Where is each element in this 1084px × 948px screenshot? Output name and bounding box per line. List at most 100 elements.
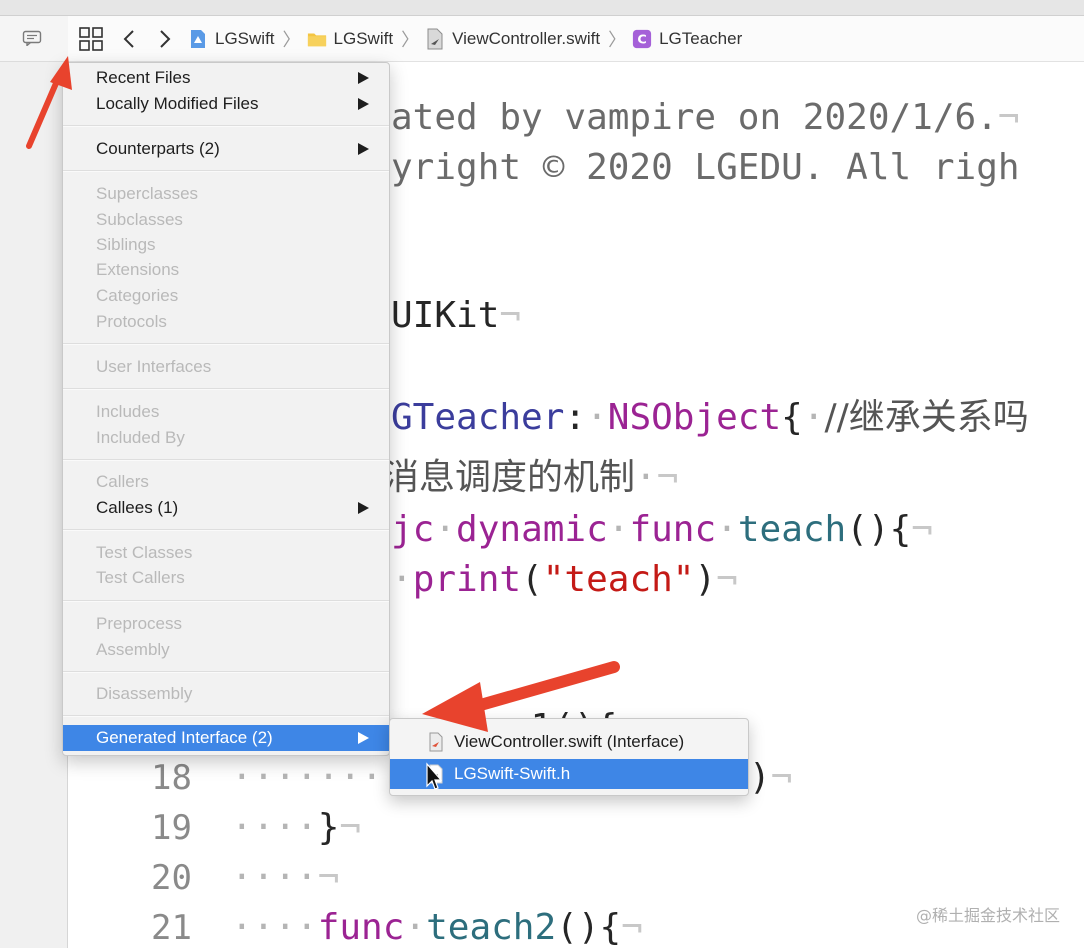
menu-item-label: Extensions (96, 260, 180, 279)
menu-separator (63, 715, 389, 717)
menu-item-label: Recent Files (96, 68, 191, 87)
menu-item-assembly: Assembly (63, 637, 389, 663)
code-line-header-2: yright © 2020 LGEDU. All righ (391, 143, 1020, 193)
breadcrumb-project-label: LGSwift (215, 28, 275, 48)
menu-item-included-by: Included By (63, 425, 389, 451)
menu-item-siblings: Siblings (63, 232, 389, 258)
menu-item-label: Generated Interface (2) (96, 728, 273, 747)
class-brace: { (781, 397, 803, 438)
menu-separator (63, 671, 389, 673)
class-colon: : (564, 397, 587, 438)
submenu-arrow-icon (358, 732, 369, 744)
swift-file-icon (429, 732, 443, 752)
code-line-19: ····}¬ (231, 807, 362, 848)
class-icon: C (633, 29, 652, 48)
menu-item-label: Assembly (96, 640, 170, 659)
code-line-20: ····¬ (231, 857, 340, 898)
submenu-item-viewcontroller-interface[interactable]: ViewController.swift (Interface) (390, 727, 748, 757)
menu-item-protocols: Protocols (63, 309, 389, 335)
menu-separator (63, 388, 389, 390)
print-string: "teach" (542, 559, 695, 600)
code-line-18-tail: )¬ (749, 757, 793, 798)
method-name: teach (737, 509, 847, 550)
gutter-header (0, 16, 68, 62)
menu-item-label: Callees (1) (96, 498, 179, 517)
closing-brace: } (317, 807, 340, 848)
menu-item-label: Disassembly (96, 684, 193, 703)
menu-item-recent-files[interactable]: Recent Files (63, 65, 389, 91)
submenu-arrow-icon (358, 502, 369, 514)
code-line-class-decl: GTeacher:·NSObject{·//继承关系吗 (391, 397, 1029, 438)
method-tail: (){ (556, 907, 622, 948)
menu-item-label: Included By (96, 428, 185, 447)
breadcrumb-group[interactable]: LGSwift (307, 28, 394, 50)
superclass-name: NSObject (607, 397, 782, 438)
menu-item-callers: Callers (63, 469, 389, 495)
menu-item-includes: Includes (63, 399, 389, 425)
method-name: teach2 (426, 907, 557, 948)
menu-separator (63, 125, 389, 127)
menu-separator (63, 529, 389, 531)
menu-item-categories: Categories (63, 283, 389, 309)
menu-item-label: Preprocess (96, 614, 182, 633)
menu-separator (63, 600, 389, 602)
code-line-21: ····func·teach2(){¬ (231, 907, 643, 948)
menu-item-extensions: Extensions (63, 257, 389, 283)
menu-item-label: User Interfaces (96, 357, 212, 376)
menu-item-label: Locally Modified Files (96, 94, 259, 113)
breadcrumb-group-label: LGSwift (333, 28, 394, 48)
menu-item-test-callers: Test Callers (63, 565, 389, 591)
submenu-arrow-icon (358, 98, 369, 110)
menu-item-subclasses: Subclasses (63, 207, 389, 233)
method-tail: (){ (846, 509, 912, 550)
breadcrumb-file-label: ViewController.swift (452, 28, 601, 48)
menu-item-counterparts[interactable]: Counterparts (2) (63, 136, 389, 162)
related-items-menu: Recent Files Locally Modified Files Coun… (62, 62, 390, 756)
swift-file-icon (427, 28, 443, 49)
breadcrumb-project[interactable]: LGSwift (188, 28, 275, 50)
menu-item-label: Protocols (96, 312, 167, 331)
submenu-item-lgswift-swift-h[interactable]: h LGSwift-Swift.h (390, 759, 748, 789)
menu-item-locally-modified[interactable]: Locally Modified Files (63, 91, 389, 117)
breadcrumb-separator: 〉 (608, 29, 627, 50)
window-top-strip (0, 0, 1084, 16)
objc-keyword: jc (391, 509, 435, 550)
code-line-print: ·print("teach")¬ (391, 559, 738, 600)
code-line-header-1: ated by vampire on 2020/1/6.¬ (391, 97, 1020, 138)
print-open: ( (521, 559, 543, 600)
menu-item-generated-interface[interactable]: Generated Interface (2) (63, 725, 389, 751)
import-module: UIKit (391, 295, 500, 336)
class-comment: //继承关系吗 (824, 397, 1029, 438)
menu-item-label: Superclasses (96, 184, 199, 203)
menu-item-superclasses: Superclasses (63, 181, 389, 207)
menu-item-label: Includes (96, 402, 160, 421)
submenu-item-label: ViewController.swift (Interface) (454, 732, 685, 751)
dynamic-keyword: dynamic (456, 509, 608, 550)
menu-item-user-interfaces: User Interfaces (63, 354, 389, 380)
menu-item-preprocess: Preprocess (63, 611, 389, 637)
line18-tail: ) (749, 757, 771, 798)
back-arrow-icon[interactable] (120, 27, 140, 51)
comment-icon[interactable] (22, 30, 42, 46)
menu-item-label: Counterparts (2) (96, 139, 220, 158)
menu-item-label: Callers (96, 472, 149, 491)
menu-item-label: Categories (96, 286, 179, 305)
menu-item-test-classes: Test Classes (63, 540, 389, 566)
menu-item-callees[interactable]: Callees (1) (63, 495, 389, 521)
breadcrumb-file[interactable]: ViewController.swift (425, 28, 600, 50)
breadcrumb-class[interactable]: C LGTeacher (632, 28, 742, 50)
mouse-pointer-icon (426, 762, 442, 790)
menu-separator (63, 170, 389, 172)
code-line-cn-comment: 消息调度的机制·¬ (383, 457, 679, 498)
cn-comment-text: 消息调度的机制 (383, 457, 636, 498)
left-gutter (0, 16, 68, 948)
menu-item-label: Siblings (96, 235, 156, 254)
func-keyword: func (317, 907, 405, 948)
menu-item-label: Subclasses (96, 210, 183, 229)
menu-item-label: Test Callers (96, 568, 185, 587)
menu-separator (63, 343, 389, 345)
generated-interface-submenu: ViewController.swift (Interface) h LGSwi… (389, 718, 749, 796)
class-name: GTeacher (391, 397, 565, 438)
related-items-grid-icon[interactable] (78, 26, 104, 52)
forward-arrow-icon[interactable] (154, 27, 174, 51)
